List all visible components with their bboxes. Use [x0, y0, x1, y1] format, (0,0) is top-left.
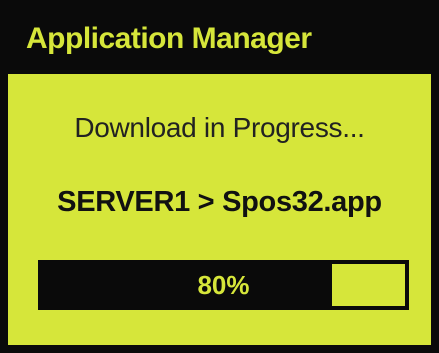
progress-bar: 80% — [38, 260, 409, 310]
status-message: Download in Progress... — [74, 112, 365, 143]
progress-label: 80% — [197, 270, 250, 300]
download-path: SERVER1 > Spos32.app — [57, 186, 382, 218]
title-bar: Application Manager — [8, 8, 431, 74]
window-title: Application Manager — [26, 22, 312, 55]
application-manager-window: Application Manager Download in Progress… — [0, 0, 439, 353]
download-dialog: Download in Progress... SERVER1 > Spos32… — [8, 74, 431, 345]
